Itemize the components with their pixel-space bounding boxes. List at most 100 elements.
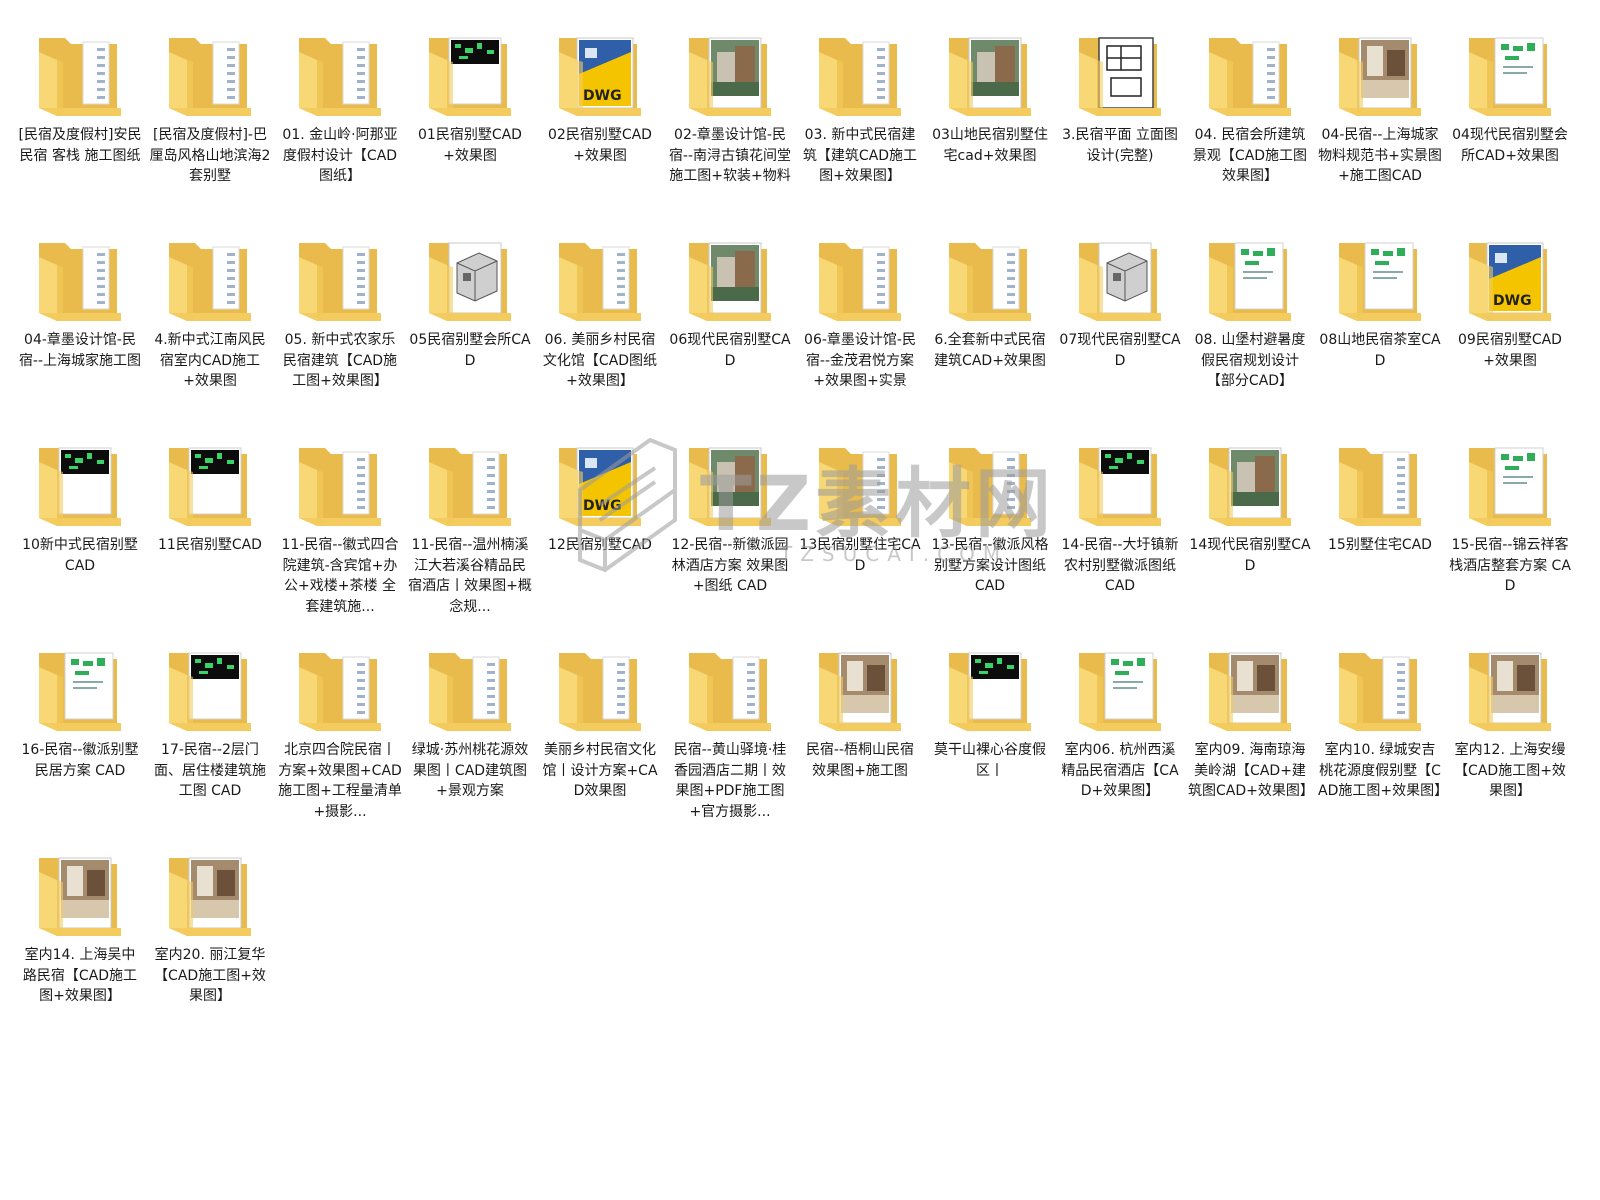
folder-icon bbox=[1077, 444, 1163, 528]
folder-name: 室内06. 杭州西溪精品民宿酒店【CAD+效果图】 bbox=[1061, 742, 1179, 799]
folder-name: 民宿--梧桐山民宿 效果图+施工图 bbox=[805, 742, 915, 779]
folder-item[interactable]: 04. 民宿会所建筑景观【CAD施工图效果图】 bbox=[1186, 28, 1314, 233]
folder-icon bbox=[37, 239, 123, 323]
folder-item[interactable]: 室内10. 绿城安吉桃花源度假别墅【CAD施工图+效果图】 bbox=[1316, 643, 1444, 848]
folder-item[interactable]: 室内12. 上海安缦【CAD施工图+效果图】 bbox=[1446, 643, 1574, 848]
folder-item[interactable]: 11-民宿--温州楠溪江大若溪谷精品民宿酒店丨效果图+概念规... bbox=[406, 438, 534, 643]
folder-item[interactable]: 04-民宿--上海城家 物料规范书+实景图+施工图CAD bbox=[1316, 28, 1444, 233]
folder-icon bbox=[1467, 34, 1553, 118]
folder-icon bbox=[297, 444, 383, 528]
folder-item[interactable]: 08山地民宿茶室CAD bbox=[1316, 233, 1444, 438]
folder-item[interactable]: 06现代民宿别墅CAD bbox=[666, 233, 794, 438]
folder-item[interactable]: [民宿及度假村]-巴厘岛风格山地滨海2套别墅 bbox=[146, 28, 274, 233]
folder-name: [民宿及度假村]安民民宿 客栈 施工图纸 bbox=[18, 127, 142, 164]
folder-icon bbox=[167, 649, 253, 733]
folder-item[interactable]: 15别墅住宅CAD bbox=[1316, 438, 1444, 643]
folder-item[interactable]: 17-民宿--2层门面、居住楼建筑施工图 CAD bbox=[146, 643, 274, 848]
folder-item[interactable]: 05. 新中式农家乐民宿建筑【CAD施工图+效果图】 bbox=[276, 233, 404, 438]
folder-item[interactable]: 11-民宿--徽式四合院建筑-含宾馆+办公+戏楼+茶楼 全套建筑施... bbox=[276, 438, 404, 643]
folder-item[interactable]: DWG 02民宿别墅CAD+效果图 bbox=[536, 28, 664, 233]
folder-item[interactable]: 11民宿别墅CAD bbox=[146, 438, 274, 643]
folder-icon bbox=[427, 649, 513, 733]
folder-item[interactable]: 07现代民宿别墅CAD bbox=[1056, 233, 1184, 438]
folder-name: 04. 民宿会所建筑景观【CAD施工图效果图】 bbox=[1192, 127, 1308, 184]
folder-icon bbox=[947, 649, 1033, 733]
folder-item[interactable]: 室内06. 杭州西溪精品民宿酒店【CAD+效果图】 bbox=[1056, 643, 1184, 848]
folder-name: 室内10. 绿城安吉桃花源度假别墅【CAD施工图+效果图】 bbox=[1318, 742, 1442, 799]
folder-icon bbox=[1467, 649, 1553, 733]
folder-item[interactable]: 06. 美丽乡村民宿文化馆【CAD图纸+效果图】 bbox=[536, 233, 664, 438]
folder-item[interactable]: 莫干山裸心谷度假区丨 bbox=[926, 643, 1054, 848]
folder-item[interactable]: 绿城·苏州桃花源效果图丨CAD建筑图+景观方案 bbox=[406, 643, 534, 848]
folder-icon: DWG bbox=[557, 34, 643, 118]
folder-icon bbox=[947, 34, 1033, 118]
folder-item[interactable]: 12-民宿--新徽派园林酒店方案 效果图+图纸 CAD bbox=[666, 438, 794, 643]
folder-name: 09民宿别墅CAD+效果图 bbox=[1458, 332, 1562, 369]
folder-item[interactable]: 14现代民宿别墅CAD bbox=[1186, 438, 1314, 643]
folder-name: 14-民宿--大圩镇新农村别墅徽派图纸 CAD bbox=[1061, 537, 1179, 594]
folder-item[interactable]: 室内09. 海南琼海美岭湖【CAD+建筑图CAD+效果图】 bbox=[1186, 643, 1314, 848]
folder-item[interactable]: 04现代民宿别墅会所CAD+效果图 bbox=[1446, 28, 1574, 233]
folder-item[interactable]: 03. 新中式民宿建筑【建筑CAD施工图+效果图】 bbox=[796, 28, 924, 233]
folder-item[interactable]: 15-民宿--锦云祥客栈酒店整套方案 CAD bbox=[1446, 438, 1574, 643]
folder-icon bbox=[37, 649, 123, 733]
folder-item[interactable]: DWG 09民宿别墅CAD+效果图 bbox=[1446, 233, 1574, 438]
folder-item[interactable]: 13民宿别墅住宅CAD bbox=[796, 438, 924, 643]
folder-item[interactable]: 北京四合院民宿丨方案+效果图+CAD施工图+工程量清单+摄影... bbox=[276, 643, 404, 848]
svg-text:DWG: DWG bbox=[583, 498, 622, 514]
folder-name: 15别墅住宅CAD bbox=[1328, 537, 1432, 553]
folder-name: [民宿及度假村]-巴厘岛风格山地滨海2套别墅 bbox=[149, 127, 271, 184]
folder-icon bbox=[427, 34, 513, 118]
folder-item[interactable]: 08. 山堡村避暑度假民宿规划设计【部分CAD】 bbox=[1186, 233, 1314, 438]
folder-icon bbox=[687, 239, 773, 323]
folder-icon bbox=[1077, 649, 1163, 733]
folder-name: 11民宿别墅CAD bbox=[158, 537, 262, 553]
folder-item[interactable]: 16-民宿--徽派别墅民居方案 CAD bbox=[16, 643, 144, 848]
folder-icon bbox=[427, 444, 513, 528]
folder-item[interactable]: 13-民宿--徽派风格别墅方案设计图纸 CAD bbox=[926, 438, 1054, 643]
folder-item[interactable]: 4.新中式江南风民宿室内CAD施工+效果图 bbox=[146, 233, 274, 438]
folder-item[interactable]: 05民宿别墅会所CAD bbox=[406, 233, 534, 438]
folder-name: 16-民宿--徽派别墅民居方案 CAD bbox=[21, 742, 139, 779]
folder-item[interactable]: 民宿--梧桐山民宿 效果图+施工图 bbox=[796, 643, 924, 848]
folder-name: 13-民宿--徽派风格别墅方案设计图纸 CAD bbox=[931, 537, 1049, 594]
folder-name: 06现代民宿别墅CAD bbox=[669, 332, 791, 369]
folder-item[interactable]: 民宿--黄山驿境·桂香园酒店二期丨效果图+PDF施工图+官方摄影... bbox=[666, 643, 794, 848]
folder-item[interactable]: 02-章墨设计馆-民宿--南浔古镇花间堂 施工图+软装+物料 bbox=[666, 28, 794, 233]
folder-icon bbox=[1207, 239, 1293, 323]
folder-icon bbox=[167, 854, 253, 938]
folder-name: 14现代民宿别墅CAD bbox=[1189, 537, 1311, 574]
folder-icon bbox=[817, 444, 903, 528]
folder-item[interactable]: 3.民宿平面 立面图设计(完整) bbox=[1056, 28, 1184, 233]
folder-item[interactable]: 04-章墨设计馆-民宿--上海城家施工图 bbox=[16, 233, 144, 438]
folder-icon bbox=[297, 239, 383, 323]
folder-name: 01. 金山岭·阿那亚度假村设计【CAD图纸】 bbox=[282, 127, 398, 184]
folder-item[interactable]: 06-章墨设计馆-民宿--金茂君悦方案+效果图+实景 bbox=[796, 233, 924, 438]
folder-item[interactable]: 室内14. 上海吴中路民宿【CAD施工图+效果图】 bbox=[16, 848, 144, 1053]
folder-item[interactable]: 室内20. 丽江复华【CAD施工图+效果图】 bbox=[146, 848, 274, 1053]
folder-name: 08. 山堡村避暑度假民宿规划设计【部分CAD】 bbox=[1194, 332, 1306, 389]
folder-icon bbox=[167, 444, 253, 528]
folder-item[interactable]: [民宿及度假村]安民民宿 客栈 施工图纸 bbox=[16, 28, 144, 233]
folder-item[interactable]: DWG 12民宿别墅CAD bbox=[536, 438, 664, 643]
folder-icon: DWG bbox=[557, 444, 643, 528]
folder-name: 04-民宿--上海城家 物料规范书+实景图+施工图CAD bbox=[1318, 127, 1442, 184]
folder-name: 绿城·苏州桃花源效果图丨CAD建筑图+景观方案 bbox=[411, 742, 529, 799]
folder-icon bbox=[687, 649, 773, 733]
folder-item[interactable]: 6.全套新中式民宿建筑CAD+效果图 bbox=[926, 233, 1054, 438]
folder-item[interactable]: 14-民宿--大圩镇新农村别墅徽派图纸 CAD bbox=[1056, 438, 1184, 643]
folder-item[interactable]: 01. 金山岭·阿那亚度假村设计【CAD图纸】 bbox=[276, 28, 404, 233]
folder-name: 02民宿别墅CAD+效果图 bbox=[548, 127, 652, 164]
folder-icon bbox=[1207, 444, 1293, 528]
folder-icon bbox=[1337, 239, 1423, 323]
folder-item[interactable]: 01民宿别墅CAD+效果图 bbox=[406, 28, 534, 233]
folder-name: 室内14. 上海吴中路民宿【CAD施工图+效果图】 bbox=[22, 947, 138, 1004]
folder-name: 07现代民宿别墅CAD bbox=[1059, 332, 1181, 369]
folder-item[interactable]: 03山地民宿别墅住宅cad+效果图 bbox=[926, 28, 1054, 233]
folder-item[interactable]: 10新中式民宿别墅CAD bbox=[16, 438, 144, 643]
folder-name: 11-民宿--温州楠溪江大若溪谷精品民宿酒店丨效果图+概念规... bbox=[408, 537, 532, 615]
folder-name: 莫干山裸心谷度假区丨 bbox=[934, 742, 1046, 779]
folder-item[interactable]: 美丽乡村民宿文化馆丨设计方案+CAD效果图 bbox=[536, 643, 664, 848]
folder-icon bbox=[37, 34, 123, 118]
folder-grid: [民宿及度假村]安民民宿 客栈 施工图纸 [民宿及度假村]-巴厘岛风格山地滨海2套… bbox=[16, 28, 1584, 1053]
